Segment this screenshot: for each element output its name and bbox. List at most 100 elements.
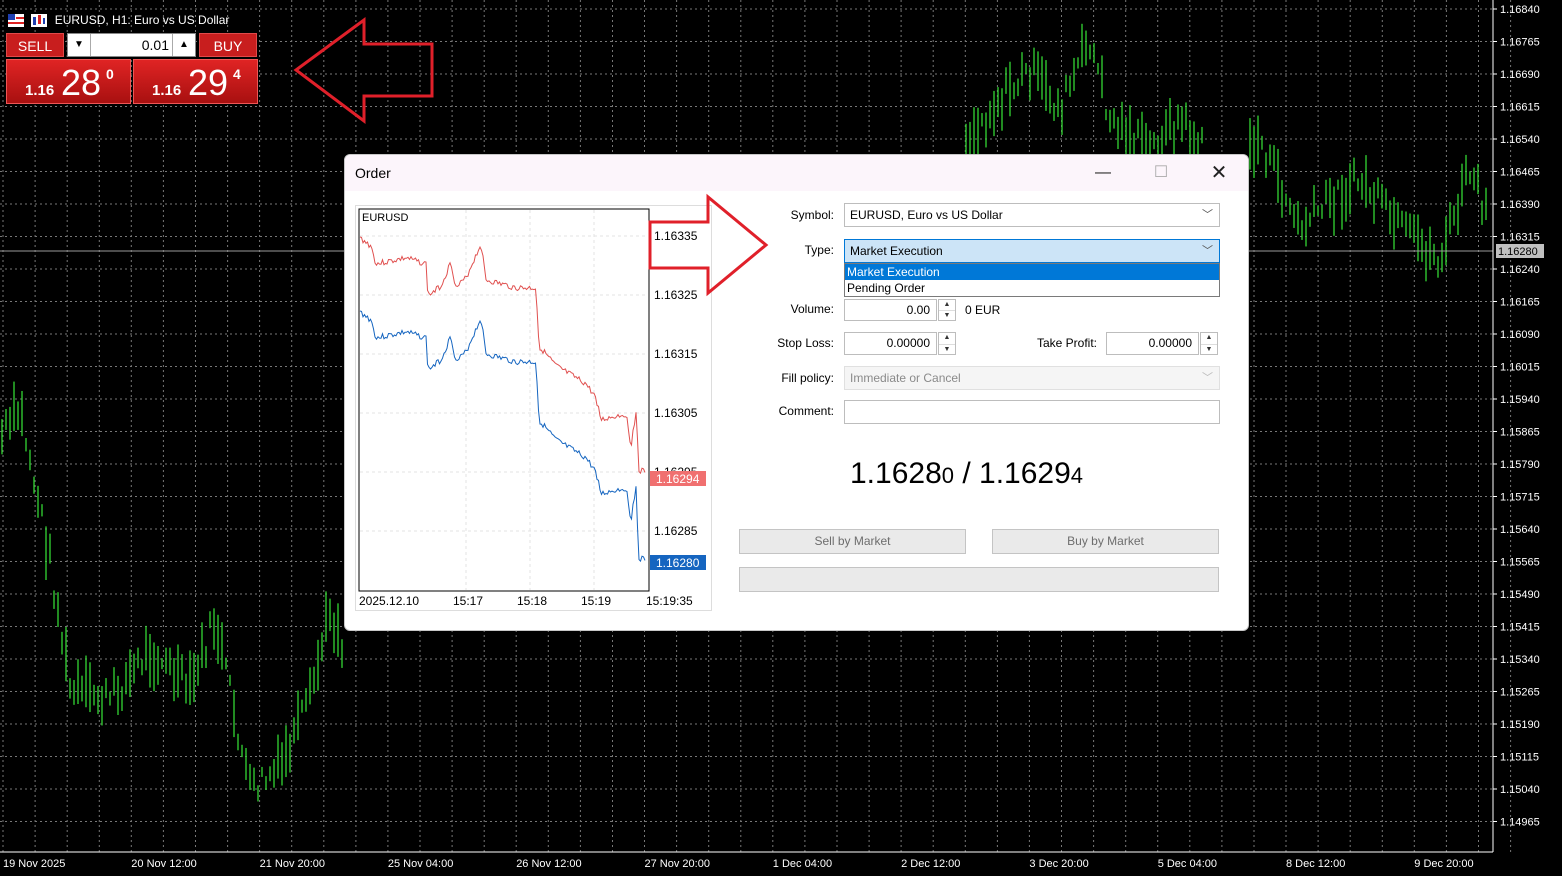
buy-price-sup: 4: [233, 66, 241, 82]
price-tick-label: 1.15115: [1500, 752, 1539, 764]
sell-price-sup: 0: [106, 66, 114, 82]
fill-policy-select: Immediate or Cancel ﹀: [844, 366, 1220, 390]
ask-price-label: 1.16294: [656, 472, 700, 486]
tick-price-label: 1.16335: [654, 229, 698, 243]
price-tick-label: 1.16165: [1500, 297, 1540, 309]
tick-price-label: 1.16305: [654, 406, 698, 420]
tick-chart-price-scale: 1.163351.163251.163151.163051.162951.162…: [654, 229, 698, 538]
price-tick-label: 1.15790: [1500, 459, 1540, 471]
symbol-select[interactable]: EURUSD, Euro vs US Dollar ﹀: [844, 203, 1220, 227]
symbol-label: Symbol:: [790, 208, 834, 222]
type-value: Market Execution: [850, 244, 943, 258]
tick-price-label: 1.16315: [654, 347, 698, 361]
price-scale: 1.16840 1.16765 1.16690 1.16615 1.16540 1.164…: [1493, 4, 1540, 829]
trade-icon[interactable]: [31, 14, 48, 28]
time-tick-label: 1 Dec 04:00: [773, 858, 832, 870]
time-tick-label: 8 Dec 12:00: [1286, 858, 1345, 870]
chevron-down-icon: ﹀: [1202, 245, 1213, 257]
volume-unit: 0 EUR: [965, 303, 1001, 317]
tick-chart-time-scale: 2025.12.10 15:17 15:18 15:19 15:19:35: [359, 594, 693, 608]
order-dialog: Order — ☐ ✕ EURUSD 1.16335 1.16325 1.16315…: [344, 154, 1249, 631]
volume-input[interactable]: 0.00: [844, 299, 937, 321]
price-tick-label: 1.16765: [1500, 37, 1540, 49]
bid-main: 1.1628: [850, 457, 942, 490]
oneclick-buy-price[interactable]: 1.16 29 4: [133, 59, 258, 104]
oneclick-sell-button[interactable]: SELL: [6, 33, 64, 57]
oneclick-volume-value[interactable]: 0.01: [142, 34, 169, 56]
time-scale: 19 Nov 2025 20 Nov 12:00 21 Nov 20:00 25 No…: [3, 858, 1474, 870]
buy-price-small: 1.16: [152, 82, 182, 99]
price-tick-label: 1.16315: [1500, 232, 1540, 244]
time-tick-label: 3 Dec 20:00: [1029, 858, 1088, 870]
time-tick-label: 2 Dec 12:00: [901, 858, 960, 870]
volume-up-icon[interactable]: ▲: [172, 34, 195, 56]
price-tick-label: 1.16615: [1500, 102, 1540, 114]
price-tick-label: 1.15415: [1500, 622, 1540, 634]
comment-input[interactable]: [844, 400, 1220, 424]
volume-spinner[interactable]: ▲ ▼: [938, 299, 956, 321]
chevron-down-icon: ﹀: [1202, 209, 1213, 221]
fill-policy-value: Immediate or Cancel: [850, 371, 961, 385]
tick-time-label: 2025.12.10: [359, 594, 419, 608]
maximize-icon: ☐: [1153, 164, 1169, 181]
oneclick-volume-field[interactable]: ▼ 0.01 ▲: [67, 33, 196, 57]
type-label: Type:: [804, 243, 834, 257]
time-tick-label: 5 Dec 04:00: [1158, 858, 1217, 870]
dialog-titlebar[interactable]: Order — ☐ ✕: [345, 155, 1248, 191]
price-tick-label: 1.16540: [1500, 134, 1540, 146]
tick-chart: EURUSD 1.16335 1.16325 1.16315 1.16305 1.162…: [355, 205, 712, 611]
fill-policy-label: Fill policy:: [781, 371, 834, 385]
time-tick-label: 25 Nov 04:00: [388, 858, 453, 870]
chart-title: EURUSD, H1: Euro vs US Dollar: [8, 11, 229, 29]
price-tick-label: 1.15340: [1500, 654, 1540, 666]
price-tick-label: 1.15715: [1500, 492, 1540, 504]
take-profit-spinner[interactable]: ▲ ▼: [1200, 332, 1218, 355]
tick-price-label: 1.16325: [654, 288, 698, 302]
take-profit-input[interactable]: 0.00000: [1106, 332, 1199, 355]
type-option-market-execution[interactable]: Market Execution: [845, 264, 1219, 280]
time-tick-label: 9 Dec 20:00: [1414, 858, 1473, 870]
buy-by-market-button[interactable]: Buy by Market: [992, 529, 1219, 554]
flag-icon: [8, 14, 24, 28]
type-select[interactable]: Market Execution ﹀: [844, 239, 1220, 263]
take-profit-label: Take Profit:: [1036, 336, 1097, 350]
oneclick-buy-button[interactable]: BUY: [199, 33, 257, 57]
time-tick-label: 27 Nov 20:00: [645, 858, 710, 870]
price-tick-label: 1.16690: [1500, 69, 1540, 81]
oneclick-sell-price[interactable]: 1.16 28 0: [6, 59, 131, 104]
tick-chart-plot-area: [358, 208, 650, 592]
symbol-value: EURUSD, Euro vs US Dollar: [850, 208, 1003, 222]
bid-price-label: 1.16280: [656, 556, 700, 570]
price-tick-label: 1.15565: [1500, 557, 1540, 569]
price-tick-label: 1.15265: [1500, 687, 1540, 699]
time-tick-label: 26 Nov 12:00: [516, 858, 581, 870]
ask-small: 4: [1070, 463, 1084, 488]
price-tick-label: 1.15190: [1500, 719, 1540, 731]
volume-down-icon[interactable]: ▼: [68, 34, 91, 56]
minimize-icon[interactable]: —: [1074, 155, 1132, 191]
price-tick-label: 1.14965: [1500, 817, 1540, 829]
annotation-arrow-left: [293, 17, 434, 124]
sell-price-small: 1.16: [25, 82, 55, 99]
price-tick-label: 1.15490: [1500, 589, 1540, 601]
price-tick-label: 1.16240: [1500, 264, 1540, 276]
stop-loss-input[interactable]: 0.00000: [844, 332, 937, 355]
close-icon[interactable]: ✕: [1190, 155, 1248, 191]
tick-price-label: 1.16285: [654, 524, 698, 538]
type-option-pending-order[interactable]: Pending Order: [845, 280, 1219, 296]
buy-price-big: 29: [188, 62, 229, 103]
ask-main: 1.1629: [979, 457, 1071, 490]
price-tick-label: 1.16015: [1500, 362, 1540, 374]
tick-time-label: 15:19: [581, 594, 611, 608]
tick-time-label: 15:18: [517, 594, 547, 608]
comment-label: Comment:: [778, 404, 834, 418]
stop-loss-spinner[interactable]: ▲ ▼: [938, 332, 956, 355]
stop-loss-label: Stop Loss:: [777, 336, 834, 350]
place-order-button[interactable]: [739, 567, 1219, 592]
tick-time-label: 15:17: [453, 594, 483, 608]
volume-label: Volume:: [790, 302, 834, 316]
sell-by-market-button[interactable]: Sell by Market: [739, 529, 966, 554]
price-separator: /: [954, 457, 980, 490]
time-tick-label: 21 Nov 20:00: [260, 858, 325, 870]
time-tick-label: 19 Nov 2025: [3, 858, 65, 870]
